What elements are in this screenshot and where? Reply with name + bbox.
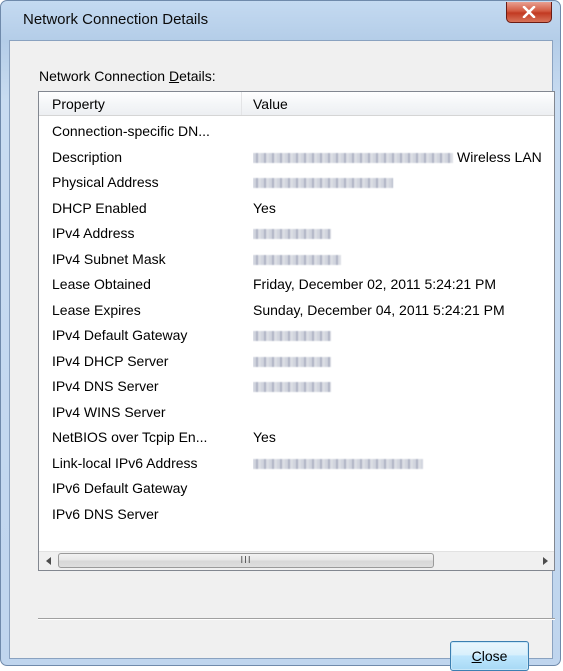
property-cell: IPv6 DNS Server xyxy=(52,505,159,522)
value-cell xyxy=(253,221,553,247)
redacted-value xyxy=(253,178,393,189)
property-cell: Lease Expires xyxy=(52,301,141,318)
dialog-body: Network Connection Details: Property Val… xyxy=(9,40,555,671)
table-row[interactable]: Lease Obtained Friday, December 02, 2011 … xyxy=(39,272,554,298)
redacted-value xyxy=(253,382,331,393)
property-cell: NetBIOS over Tcpip En... xyxy=(52,429,208,445)
property-cell: IPv4 Address xyxy=(52,225,135,241)
grip-icon: III xyxy=(240,555,252,566)
property-cell: Physical Address xyxy=(52,174,159,190)
redacted-value xyxy=(253,254,341,265)
close-icon xyxy=(522,6,536,18)
details-group-label: Network Connection Details: xyxy=(39,68,216,84)
value-cell: Wireless LAN xyxy=(253,145,553,171)
redacted-value xyxy=(253,152,453,163)
value-cell xyxy=(253,349,553,375)
table-row[interactable]: DHCP Enabled Yes xyxy=(39,196,554,222)
list-rows: Connection-specific DN... Description Wire… xyxy=(39,119,554,527)
redacted-value xyxy=(253,458,423,469)
dialog-window: Network Connection Details Network Conne… xyxy=(0,0,561,671)
table-row[interactable]: IPv4 DNS Server xyxy=(39,374,554,400)
redacted-value xyxy=(253,229,331,240)
property-cell: IPv4 Subnet Mask xyxy=(52,250,166,267)
details-list-view[interactable]: Property Value Connection-specific DN...… xyxy=(38,91,555,571)
close-button[interactable]: Close xyxy=(450,641,529,671)
scrollbar-thumb[interactable]: III xyxy=(58,553,434,568)
value-cell: Yes xyxy=(253,199,276,216)
table-row[interactable]: IPv4 DHCP Server xyxy=(39,349,554,375)
property-cell: IPv4 DNS Server xyxy=(52,378,159,394)
value-text: Wireless LAN xyxy=(457,148,542,165)
table-row[interactable]: IPv6 DNS Server xyxy=(39,502,554,528)
table-row[interactable]: Physical Address xyxy=(39,170,554,196)
table-row[interactable]: IPv4 Subnet Mask xyxy=(39,247,554,273)
table-row[interactable]: IPv6 Default Gateway xyxy=(39,476,554,502)
table-row[interactable]: Lease Expires Sunday, December 04, 2011 5… xyxy=(39,298,554,324)
property-cell: IPv4 WINS Server xyxy=(52,403,166,420)
table-row[interactable]: IPv4 Default Gateway xyxy=(39,323,554,349)
table-row[interactable]: NetBIOS over Tcpip En... Yes xyxy=(39,425,554,451)
value-cell xyxy=(253,476,553,502)
redacted-value xyxy=(253,356,331,367)
value-cell xyxy=(253,400,553,426)
window-title: Network Connection Details xyxy=(23,11,209,28)
property-cell: Link-local IPv6 Address xyxy=(52,454,198,471)
scroll-left-button[interactable] xyxy=(40,553,57,569)
column-header-property[interactable]: Property xyxy=(39,92,242,115)
property-cell: Lease Obtained xyxy=(52,276,151,292)
table-row[interactable]: Link-local IPv6 Address xyxy=(39,451,554,477)
value-cell xyxy=(253,323,553,349)
scroll-right-button[interactable] xyxy=(536,553,553,569)
separator-line xyxy=(38,618,555,620)
property-cell: DHCP Enabled xyxy=(52,199,147,216)
value-cell: Friday, December 02, 2011 5:24:21 PM xyxy=(253,276,497,292)
value-cell xyxy=(253,374,553,400)
column-header-value[interactable]: Value xyxy=(242,92,554,115)
value-cell xyxy=(253,170,553,196)
list-header: Property Value xyxy=(39,92,554,116)
property-cell: IPv6 Default Gateway xyxy=(52,480,188,496)
redacted-value xyxy=(253,331,331,342)
value-cell xyxy=(253,451,553,477)
table-row[interactable]: IPv4 WINS Server xyxy=(39,400,554,426)
horizontal-scrollbar[interactable]: III xyxy=(39,551,554,570)
value-cell: Yes xyxy=(253,429,276,445)
property-cell: Description xyxy=(52,148,123,165)
property-cell: Connection-specific DN... xyxy=(52,123,210,139)
table-row[interactable]: IPv4 Address xyxy=(39,221,554,247)
value-cell xyxy=(253,247,553,273)
property-cell: IPv4 DHCP Server xyxy=(52,352,169,369)
arrow-left-icon xyxy=(45,557,51,565)
value-cell: Sunday, December 04, 2011 5:24:21 PM xyxy=(253,301,505,318)
title-bar[interactable]: Network Connection Details xyxy=(1,1,560,41)
arrow-right-icon xyxy=(542,557,548,565)
table-row[interactable]: Description Wireless LAN xyxy=(39,145,554,171)
table-row[interactable]: Connection-specific DN... xyxy=(39,119,554,145)
window-close-button[interactable] xyxy=(506,2,552,23)
value-cell xyxy=(253,119,553,145)
value-cell xyxy=(253,502,553,528)
property-cell: IPv4 Default Gateway xyxy=(52,327,188,343)
